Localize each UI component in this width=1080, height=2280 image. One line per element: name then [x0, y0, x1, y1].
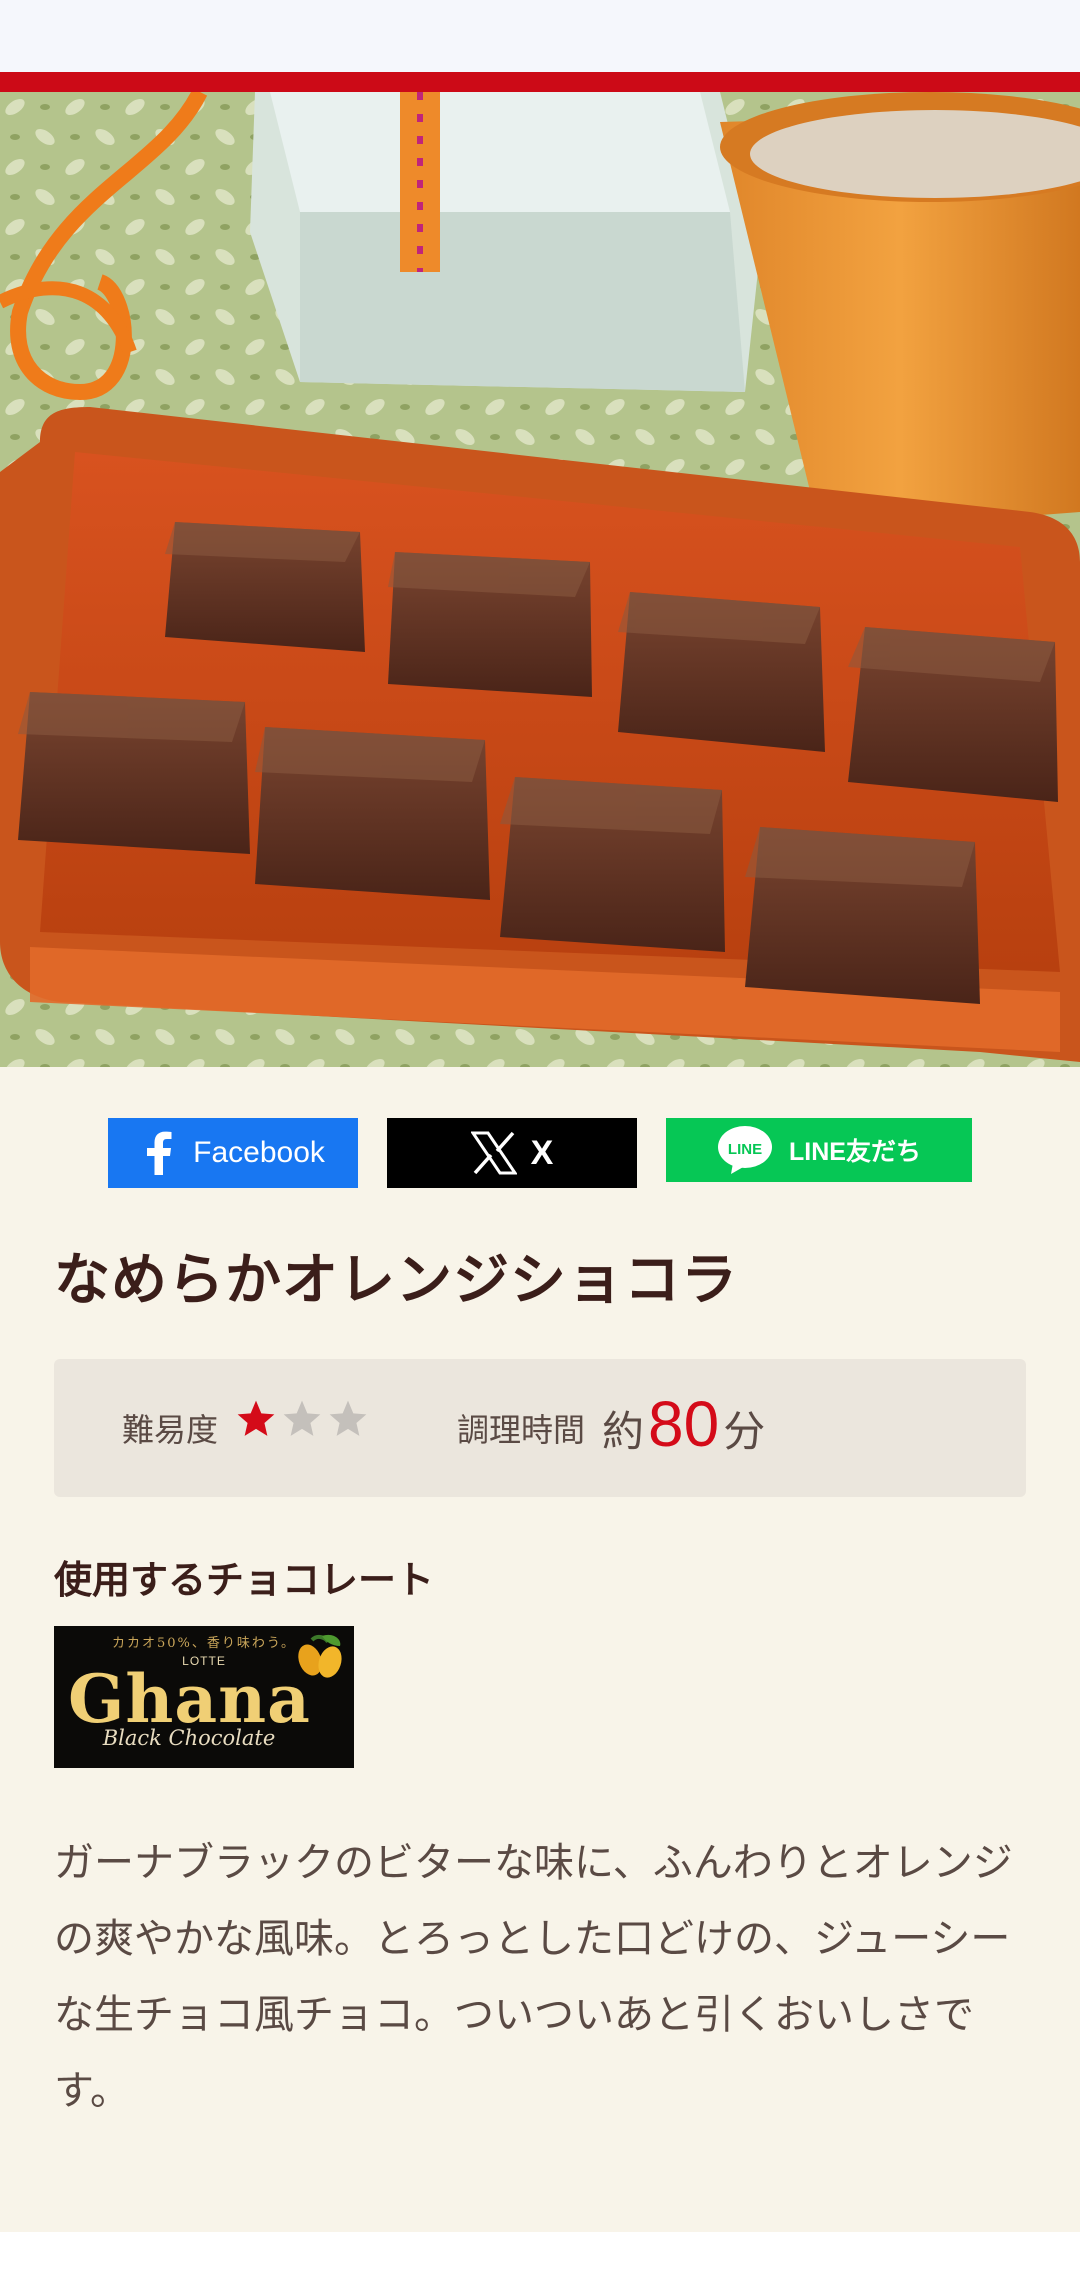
difficulty-stars — [234, 1397, 370, 1441]
recipe-hero-image — [0, 92, 1080, 1067]
cooking-time-label: 調理時間 — [457, 1411, 586, 1449]
recipe-description: ガーナブラックのビターな味に、ふんわりとオレンジの爽やかな風味。とろっとした口ど… — [54, 1840, 1013, 2114]
share-buttons: Facebook X LINE LINE友だち — [0, 1118, 1080, 1188]
ghana-black-chocolate-image[interactable]: カカオ50%、香り味わう。 LOTTE Ghana Black Chocolat… — [54, 1626, 354, 1768]
top-bar — [0, 0, 1080, 72]
x-logo-icon — [470, 1131, 517, 1175]
line-friend-label: LINE友だち — [789, 1138, 921, 1166]
header-accent-line — [0, 72, 1080, 92]
star-icon — [329, 1400, 367, 1436]
cooking-time: 約 80 分 — [602, 1387, 765, 1461]
facebook-share-label: Facebook — [193, 1136, 325, 1169]
recipe-info-box: 難易度 調理時間 約 80 分 — [54, 1359, 1026, 1497]
x-share-button[interactable]: X — [387, 1118, 637, 1188]
cooking-time-approx: 約 — [602, 1407, 645, 1456]
product-variant: Black Chocolate — [102, 1726, 276, 1750]
line-friend-button[interactable]: LINE LINE友だち — [666, 1118, 972, 1182]
difficulty-label: 難易度 — [122, 1411, 219, 1449]
star-icon — [237, 1400, 275, 1436]
facebook-icon — [147, 1131, 172, 1175]
line-icon: LINE — [718, 1126, 773, 1174]
cacao-pod-icon — [298, 1634, 342, 1678]
cooking-time-value: 80 — [648, 1388, 720, 1460]
bottom-strip — [0, 2232, 1080, 2280]
facebook-share-button[interactable]: Facebook — [108, 1118, 358, 1188]
chocolate-heading: 使用するチョコレート — [54, 1558, 435, 1602]
recipe-content: Facebook X LINE LINE友だち なめらかオレンジショコラ 難易度… — [0, 1067, 1080, 2232]
recipe-title: なめらかオレンジショコラ — [54, 1248, 738, 1313]
svg-text:LINE: LINE — [728, 1141, 762, 1158]
x-share-label: X — [530, 1133, 554, 1172]
cooking-time-unit: 分 — [723, 1407, 766, 1456]
star-icon — [283, 1400, 321, 1436]
